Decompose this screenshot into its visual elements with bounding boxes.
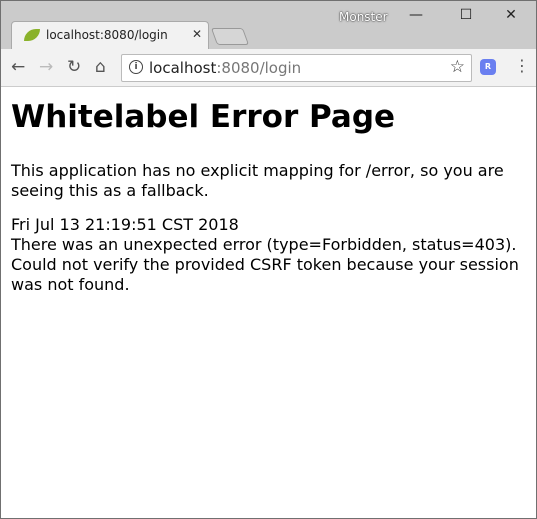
- url-path: :8080/login: [216, 59, 302, 77]
- close-window-button[interactable]: ✕: [501, 7, 521, 23]
- info-icon[interactable]: i: [129, 60, 143, 74]
- title-bar: Monster — ☐ ✕ localhost:8080/login ✕: [1, 1, 536, 50]
- toolbar: ← → ↻ ⌂ i localhost:8080/login ☆ R ⋮: [1, 49, 536, 87]
- error-line: There was an unexpected error (type=Forb…: [11, 235, 517, 254]
- tab-login[interactable]: localhost:8080/login ✕: [11, 21, 209, 50]
- extension-icon[interactable]: R: [480, 59, 496, 75]
- reload-button[interactable]: ↻: [67, 57, 81, 77]
- tab-close-button[interactable]: ✕: [192, 27, 202, 41]
- new-tab-button[interactable]: [210, 28, 250, 45]
- spring-leaf-icon: [24, 29, 40, 41]
- menu-button[interactable]: ⋮: [514, 56, 530, 75]
- timestamp: Fri Jul 13 21:19:51 CST 2018: [11, 215, 239, 234]
- page-content: Whitelabel Error Page This application h…: [11, 97, 521, 295]
- back-button[interactable]: ←: [11, 57, 25, 77]
- url-host: localhost: [149, 59, 217, 77]
- profile-name[interactable]: Monster: [339, 10, 388, 24]
- minimize-button[interactable]: —: [406, 7, 426, 23]
- address-bar[interactable]: i localhost:8080/login ☆: [121, 54, 472, 82]
- url-text[interactable]: localhost:8080/login: [149, 59, 301, 77]
- bookmark-star-icon[interactable]: ☆: [450, 57, 465, 77]
- forward-button[interactable]: →: [39, 57, 53, 77]
- page-title: Whitelabel Error Page: [11, 99, 396, 135]
- browser-window: Monster — ☐ ✕ localhost:8080/login ✕ ← →…: [0, 0, 537, 519]
- maximize-button[interactable]: ☐: [456, 7, 476, 23]
- description: This application has no explicit mapping…: [11, 161, 504, 200]
- tab-title: localhost:8080/login: [46, 28, 168, 42]
- home-button[interactable]: ⌂: [95, 57, 106, 77]
- error-message: Could not verify the provided CSRF token…: [11, 255, 519, 294]
